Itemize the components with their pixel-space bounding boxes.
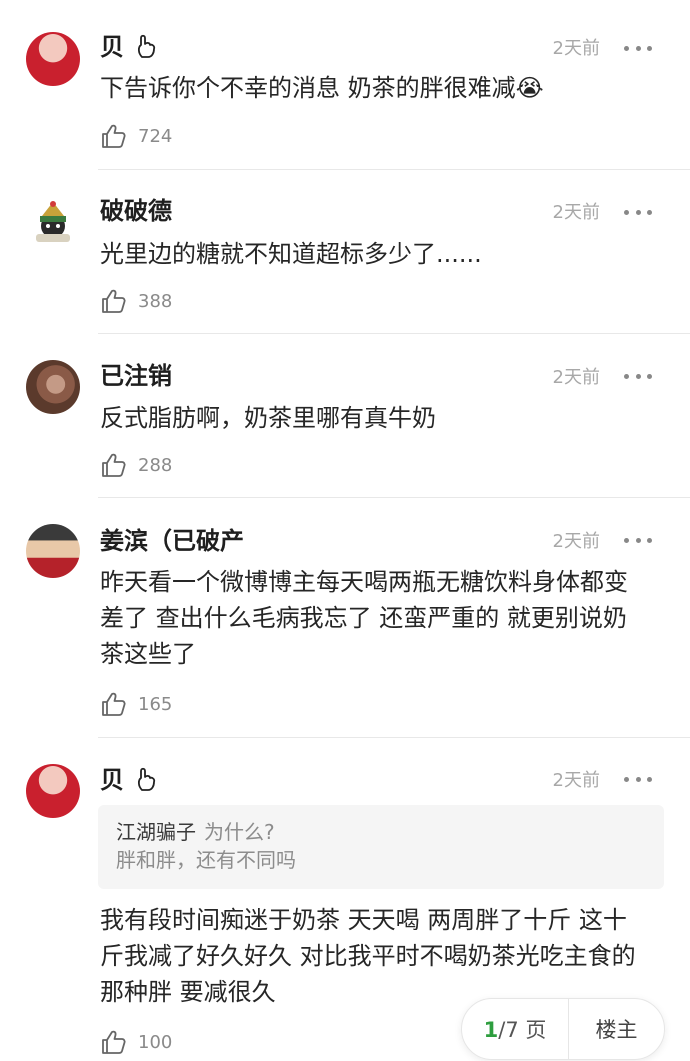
like-button[interactable]: 100	[100, 1027, 172, 1057]
comment-text: 昨天看一个微博博主每天喝两瓶无糖饮料身体都变差了 查出什么毛病我忘了 还蛮严重的…	[100, 568, 628, 668]
comment-text: 反式脂肪啊，奶茶里哪有真牛奶	[100, 404, 436, 432]
username[interactable]: 姜滨（已破产	[100, 526, 244, 556]
more-options-icon[interactable]	[624, 371, 652, 381]
like-count: 165	[138, 693, 173, 715]
comment-time: 2天前	[552, 770, 600, 791]
like-count: 724	[138, 125, 173, 147]
divider	[98, 497, 690, 498]
comment-text: 光里边的糖就不知道超标多少了......	[100, 240, 482, 268]
comment-time: 2天前	[552, 202, 600, 223]
op-only-button[interactable]: 楼主	[569, 1014, 664, 1044]
hand-icon	[138, 34, 156, 58]
like-count: 288	[138, 454, 173, 476]
page-navigator: 1/7 页 楼主	[461, 998, 665, 1060]
total-pages: /7 页	[498, 1018, 547, 1042]
like-button[interactable]: 724	[100, 121, 172, 151]
page-indicator[interactable]: 1/7 页	[462, 1014, 568, 1044]
comment-time: 2天前	[552, 38, 600, 59]
quote-user[interactable]: 江湖骗子	[116, 820, 196, 844]
username[interactable]: 贝	[100, 765, 160, 795]
divider	[98, 737, 690, 738]
username-text: 贝	[100, 33, 124, 61]
like-count: 388	[138, 290, 173, 312]
like-button[interactable]: 388	[100, 286, 172, 316]
comment-time: 2天前	[552, 531, 600, 552]
more-options-icon[interactable]	[624, 535, 652, 545]
comment-time: 2天前	[552, 367, 600, 388]
like-button[interactable]: 288	[100, 450, 172, 480]
avatar[interactable]	[26, 360, 80, 414]
more-options-icon[interactable]	[624, 43, 652, 53]
avatar[interactable]	[26, 196, 80, 250]
current-page: 1	[483, 1018, 499, 1042]
comment-text: 下告诉你个不幸的消息 奶茶的胖很难减😭	[100, 74, 544, 102]
more-options-icon[interactable]	[624, 207, 652, 217]
username[interactable]: 已注销	[100, 361, 172, 391]
username[interactable]: 贝	[100, 32, 160, 62]
divider	[98, 169, 690, 170]
avatar-image	[36, 201, 70, 242]
comment-text: 我有段时间痴迷于奶茶 天天喝 两周胖了十斤 这十斤我减了好久好久 对比我平时不喝…	[100, 906, 636, 1006]
thumbs-up-icon	[102, 692, 126, 716]
quote-header: 江湖骗子 为什么?	[116, 819, 646, 845]
quote-line2: 胖和胖，还有不同吗	[116, 848, 296, 872]
avatar[interactable]	[26, 32, 80, 86]
avatar[interactable]	[26, 524, 80, 578]
hand-icon	[138, 767, 156, 791]
username[interactable]: 破破德	[100, 196, 172, 226]
thumbs-up-icon	[102, 124, 126, 148]
more-options-icon[interactable]	[624, 774, 652, 784]
thumbs-up-icon	[102, 289, 126, 313]
like-count: 100	[138, 1031, 173, 1053]
quote-text: 为什么?	[204, 820, 275, 844]
thumbs-up-icon	[102, 453, 126, 477]
thumbs-up-icon	[102, 1030, 126, 1054]
username-text: 贝	[100, 766, 124, 794]
avatar[interactable]	[26, 764, 80, 818]
quoted-reply[interactable]: 江湖骗子 为什么? 胖和胖，还有不同吗	[98, 805, 664, 889]
like-button[interactable]: 165	[100, 689, 172, 719]
divider	[98, 333, 690, 334]
